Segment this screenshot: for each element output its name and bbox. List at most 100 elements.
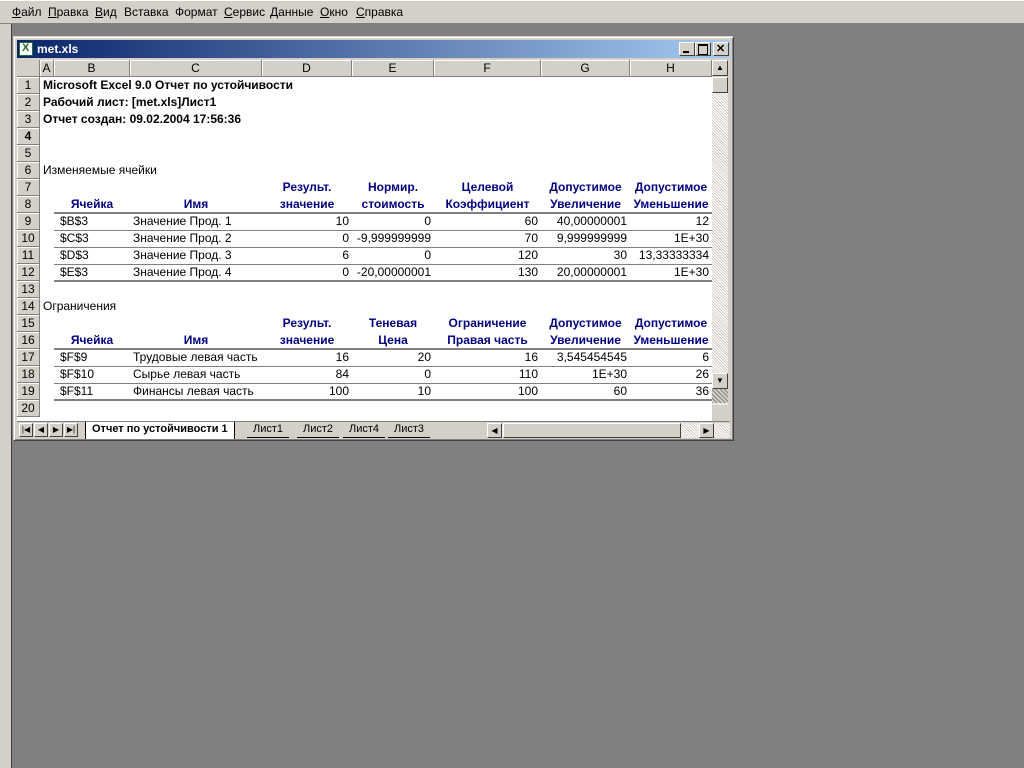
row-header-4[interactable]: 4 (17, 128, 40, 145)
scroll-down-button[interactable]: ▼ (712, 373, 728, 389)
sheet-tab-4[interactable]: Лист3 (388, 422, 431, 438)
spreadsheet-grid[interactable]: ABCDEFGH 1 2 3 4 5 6 7 8 9 10 11 12 13 14 15 16 17 18 19 20… (17, 60, 712, 421)
constraints-cell: 0 (424, 367, 431, 381)
row-header-10[interactable]: 10 (17, 230, 40, 247)
changing-cell: Значение Прод. 1 (133, 214, 232, 228)
window-titlebar[interactable]: met.xls (17, 40, 730, 58)
changing-cell: 0 (424, 248, 431, 262)
changing-cell: 120 (517, 248, 538, 262)
row-header-5[interactable]: 5 (17, 145, 40, 162)
column-header-C[interactable]: C (130, 60, 262, 77)
vertical-scroll-thumb[interactable] (712, 77, 728, 93)
changing-cell: 12 (695, 214, 709, 228)
changing-cell: 6 (342, 248, 349, 262)
row-header-13[interactable]: 13 (17, 281, 40, 298)
select-all-corner[interactable] (17, 60, 40, 77)
scroll-left-button[interactable]: ◀ (487, 423, 502, 438)
row-header-6[interactable]: 6 (17, 162, 40, 179)
horizontal-scrollbar[interactable]: ◀ ▶ (487, 423, 730, 438)
row-header-8[interactable]: 8 (17, 196, 40, 213)
horizontal-scroll-thumb[interactable] (503, 423, 681, 438)
constraints-header-bottom: Имя (183, 333, 209, 347)
changing-header-bottom: Уменьшение (633, 197, 709, 211)
row-header-11[interactable]: 11 (17, 247, 40, 264)
changing-header-bottom: Коэффициент (445, 197, 530, 211)
menu-item-2[interactable]: Вид (95, 5, 117, 19)
minimize-button[interactable] (679, 42, 695, 56)
row-header-20[interactable]: 20 (17, 400, 40, 417)
menu-item-4[interactable]: Формат (175, 5, 218, 19)
constraints-cell: 16 (524, 350, 538, 364)
maximize-button[interactable] (695, 42, 711, 56)
menu-item-5[interactable]: Сервис (224, 5, 265, 19)
column-header-B[interactable]: B (54, 60, 130, 77)
changing-cell: 0 (424, 214, 431, 228)
constraints-header-bottom: Увеличение (550, 333, 621, 347)
menu-item-3[interactable]: Вставка (124, 5, 169, 19)
constraints-cell: $F$10 (60, 367, 95, 381)
changing-header-top: Целевой (461, 180, 514, 194)
constraints-cell: 110 (518, 367, 538, 381)
sheet-tab-1[interactable]: Лист1 (247, 422, 290, 438)
column-header-A[interactable]: A (40, 60, 54, 77)
constraints-cell: Сырье левая часть (133, 367, 241, 381)
changing-cell: 13,33333334 (638, 248, 709, 262)
changing-cell: 20,00000001 (556, 265, 627, 279)
column-header-G[interactable]: G (541, 60, 630, 77)
changing-cell: Значение Прод. 2 (133, 231, 232, 245)
column-header-D[interactable]: D (262, 60, 352, 77)
row-header-7[interactable]: 7 (17, 179, 40, 196)
vertical-scroll-track[interactable] (712, 93, 728, 405)
changing-cell: Значение Прод. 3 (133, 248, 232, 262)
split-box[interactable] (712, 389, 728, 403)
constraints-header-top: Допустимое (634, 316, 708, 330)
row-header-1[interactable]: 1 (17, 77, 40, 94)
row-header-9[interactable]: 9 (17, 213, 40, 230)
menu-item-7[interactable]: Окно (320, 5, 348, 19)
menu-item-6[interactable]: Данные (270, 5, 313, 19)
changing-cell: 10 (335, 214, 349, 228)
row-header-18[interactable]: 18 (17, 366, 40, 383)
row-header-16[interactable]: 16 (17, 332, 40, 349)
sheet-tab-0[interactable]: Отчет по устойчивости 1 (85, 422, 235, 439)
column-header-F[interactable]: F (434, 60, 541, 77)
row-header-12[interactable]: 12 (17, 264, 40, 281)
changing-cell: 40,00000001 (556, 214, 627, 228)
row-header-15[interactable]: 15 (17, 315, 40, 332)
changing-cell: 30 (613, 248, 627, 262)
row-header-19[interactable]: 19 (17, 383, 40, 400)
scroll-up-button[interactable]: ▲ (712, 60, 728, 76)
menu-item-1[interactable]: Правка (48, 5, 89, 19)
menu-item-0[interactable]: Файл (12, 5, 42, 19)
scroll-right-button[interactable]: ▶ (699, 423, 714, 438)
row-header-3[interactable]: 3 (17, 111, 40, 128)
menu-item-8[interactable]: Справка (356, 5, 403, 19)
changing-cell: 9,999999999 (556, 231, 627, 245)
column-header-E[interactable]: E (352, 60, 434, 77)
sheet-tab-3[interactable]: Лист4 (343, 422, 386, 438)
last-sheet-button[interactable]: ▶| (64, 423, 78, 437)
changing-cell: 1E+30 (673, 231, 709, 245)
row-header-2[interactable]: 2 (17, 94, 40, 111)
row-header-17[interactable]: 17 (17, 349, 40, 366)
cell-area[interactable]: Microsoft Excel 9.0 Отчет по устойчивост… (40, 77, 712, 421)
constraints-cell: 10 (417, 384, 431, 398)
close-button[interactable] (713, 42, 729, 56)
constraints-cell: 3,545454545 (556, 350, 627, 364)
constraints-cell: 20 (417, 350, 431, 364)
column-header-H[interactable]: H (630, 60, 712, 77)
table-border (54, 280, 712, 282)
constraints-cell: 100 (517, 384, 538, 398)
row-header-14[interactable]: 14 (17, 298, 40, 315)
next-sheet-button[interactable]: ▶ (49, 423, 63, 437)
sheet-tab-2[interactable]: Лист2 (297, 422, 340, 438)
changing-cell: $E$3 (60, 265, 89, 279)
changing-cell: $B$3 (60, 214, 89, 228)
prev-sheet-button[interactable]: ◀ (34, 423, 48, 437)
excel-icon[interactable] (19, 42, 33, 56)
first-sheet-button[interactable]: |◀ (19, 423, 33, 437)
constraints-cell: 84 (335, 367, 349, 381)
constraints-header-bottom: Уменьшение (633, 333, 709, 347)
vertical-scrollbar[interactable]: ▲ ▼ (712, 60, 728, 421)
constraints-cell: 1E+30 (591, 367, 627, 381)
